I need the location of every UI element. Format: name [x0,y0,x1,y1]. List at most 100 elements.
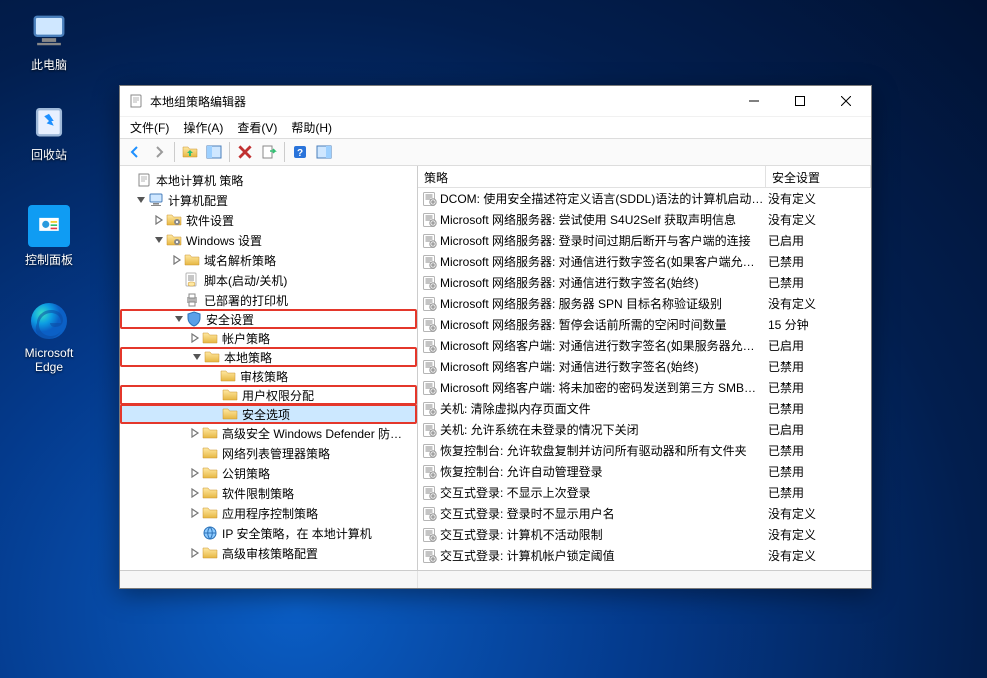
expand-toggle[interactable] [188,466,202,480]
export-list-button[interactable] [258,141,280,163]
up-level-button[interactable] [179,141,201,163]
expand-toggle[interactable] [190,350,204,364]
tree-user-rights[interactable]: 用户权限分配 [120,385,417,405]
tree-printers[interactable]: 已部署的打印机 [120,290,417,310]
tree-windows-settings[interactable]: Windows 设置 [120,230,417,250]
tree-label: 用户权限分配 [242,387,314,404]
menu-help[interactable]: 帮助(H) [291,119,332,136]
policy-row[interactable]: Microsoft 网络服务器: 对通信进行数字签名(如果客户端允…已禁用 [418,251,871,272]
policy-setting: 已禁用 [768,463,869,480]
policy-row[interactable]: 关机: 允许系统在未登录的情况下关闭已启用 [418,419,871,440]
tree-pane[interactable]: 本地计算机 策略 计算机配置 软件设置 [120,166,418,570]
tree-ipsec[interactable]: IP 安全策略，在 本地计算机 [120,523,417,543]
expand-toggle[interactable] [152,213,166,227]
policy-row[interactable]: Microsoft 网络服务器: 服务器 SPN 目标名称验证级别没有定义 [418,293,871,314]
gpedit-window: 本地组策略编辑器 文件(F) 操作(A) 查看(V) 帮助(H) ? [119,85,872,589]
window-title: 本地组策略编辑器 [150,93,731,110]
policy-name: Microsoft 网络服务器: 服务器 SPN 目标名称验证级别 [440,295,768,312]
expand-toggle[interactable] [188,486,202,500]
policy-row[interactable]: 交互式登录: 不显示上次登录已禁用 [418,482,871,503]
expand-toggle[interactable] [188,546,202,560]
show-hide-tree-button[interactable] [203,141,225,163]
tree-root[interactable]: 本地计算机 策略 [120,170,417,190]
policy-row[interactable]: 关机: 清除虚拟内存页面文件已禁用 [418,398,871,419]
desktop-icon-pc[interactable]: 此电脑 [14,10,84,73]
globe-icon [202,525,218,541]
maximize-button[interactable] [777,86,823,116]
tree-scripts[interactable]: 脚本(启动/关机) [120,270,417,290]
col-policy[interactable]: 策略 [418,166,766,187]
app-icon [128,93,144,109]
tree-defender[interactable]: 高级安全 Windows Defender 防… [120,423,417,443]
policy-setting: 已禁用 [768,253,869,270]
policy-row[interactable]: 交互式登录: 计算机不活动限制没有定义 [418,524,871,545]
expand-toggle[interactable] [170,253,184,267]
policy-setting: 没有定义 [768,505,869,522]
policy-row[interactable]: Microsoft 网络服务器: 尝试使用 S4U2Self 获取声明信息没有定… [418,209,871,230]
desktop-icon-recycle[interactable]: 回收站 [14,100,84,163]
tree-security-settings[interactable]: 安全设置 [120,309,417,329]
expand-toggle[interactable] [188,426,202,440]
menu-file[interactable]: 文件(F) [130,119,169,136]
help-button[interactable]: ? [289,141,311,163]
toolbar-separator [229,142,230,162]
list-pane[interactable]: 策略 安全设置 DCOM: 使用安全描述符定义语言(SDDL)语法的计算机启动…… [418,166,871,570]
minimize-button[interactable] [731,86,777,116]
tree-label: 应用程序控制策略 [222,505,318,522]
tree-pubkey[interactable]: 公钥策略 [120,463,417,483]
policy-row[interactable]: 恢复控制台: 允许自动管理登录已禁用 [418,461,871,482]
menu-view[interactable]: 查看(V) [237,119,277,136]
titlebar[interactable]: 本地组策略编辑器 [120,86,871,116]
policy-row[interactable]: Microsoft 网络服务器: 暂停会话前所需的空闲时间数量15 分钟 [418,314,871,335]
policy-row[interactable]: Microsoft 网络客户端: 将未加密的密码发送到第三方 SMB…已禁用 [418,377,871,398]
folder-icon [202,545,218,561]
tree-dns-policy[interactable]: 域名解析策略 [120,250,417,270]
desktop-label: 此电脑 [14,56,84,73]
tree-security-options[interactable]: 安全选项 [120,404,417,424]
policy-row[interactable]: 交互式登录: 登录时不显示用户名没有定义 [418,503,871,524]
nav-forward-button[interactable] [148,141,170,163]
close-button[interactable] [823,86,869,116]
expand-toggle[interactable] [134,193,148,207]
tree-account-policy[interactable]: 帐户策略 [120,328,417,348]
desktop-label: Microsoft Edge [14,346,84,374]
policy-name: Microsoft 网络客户端: 对通信进行数字签名(如果服务器允… [440,337,768,354]
tree-audit-policy[interactable]: 审核策略 [120,366,417,386]
toolbar-separator [174,142,175,162]
tree-soft-restrict[interactable]: 软件限制策略 [120,483,417,503]
policy-row[interactable]: 恢复控制台: 允许软盘复制并访问所有驱动器和所有文件夹已禁用 [418,440,871,461]
tree-appctrl[interactable]: 应用程序控制策略 [120,503,417,523]
policy-item-icon [420,422,440,438]
policy-setting: 15 分钟 [768,316,869,333]
delete-button[interactable] [234,141,256,163]
policy-row[interactable]: Microsoft 网络服务器: 对通信进行数字签名(始终)已禁用 [418,272,871,293]
tree-netlist[interactable]: 网络列表管理器策略 [120,443,417,463]
col-setting[interactable]: 安全设置 [766,166,871,187]
desktop-icon-edge[interactable]: Microsoft Edge [14,300,84,374]
scroll-icon [184,272,200,288]
folder-icon [202,445,218,461]
policy-row[interactable]: Microsoft 网络客户端: 对通信进行数字签名(始终)已禁用 [418,356,871,377]
tree-local-policy[interactable]: 本地策略 [120,347,417,367]
policy-setting: 已启用 [768,421,869,438]
expand-toggle[interactable] [188,506,202,520]
tree-software-settings[interactable]: 软件设置 [120,210,417,230]
statusbar [120,570,871,588]
policy-row[interactable]: 交互式登录: 计算机帐户锁定阈值没有定义 [418,545,871,566]
expand-toggle[interactable] [152,233,166,247]
policy-item-icon [420,338,440,354]
folder-icon [204,349,220,365]
policy-row[interactable]: Microsoft 网络客户端: 对通信进行数字签名(如果服务器允…已启用 [418,335,871,356]
desktop-icon-control-panel[interactable]: 控制面板 [14,205,84,268]
tree-computer-config[interactable]: 计算机配置 [120,190,417,210]
show-hide-action-button[interactable] [313,141,335,163]
tree-adv-audit[interactable]: 高级审核策略配置 [120,543,417,563]
expand-toggle[interactable] [188,331,202,345]
folder-icon [184,252,200,268]
expand-toggle[interactable] [172,312,186,326]
policy-item-icon [420,212,440,228]
policy-row[interactable]: DCOM: 使用安全描述符定义语言(SDDL)语法的计算机启动…没有定义 [418,188,871,209]
menu-action[interactable]: 操作(A) [183,119,223,136]
nav-back-button[interactable] [124,141,146,163]
policy-row[interactable]: Microsoft 网络服务器: 登录时间过期后断开与客户端的连接已启用 [418,230,871,251]
